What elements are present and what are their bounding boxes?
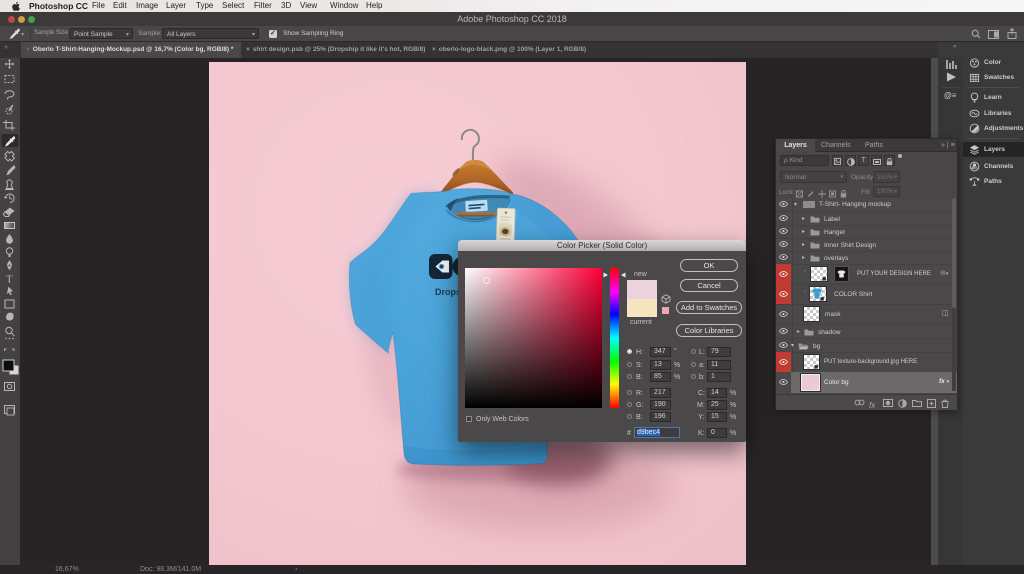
svg-text:T: T bbox=[6, 274, 13, 286]
